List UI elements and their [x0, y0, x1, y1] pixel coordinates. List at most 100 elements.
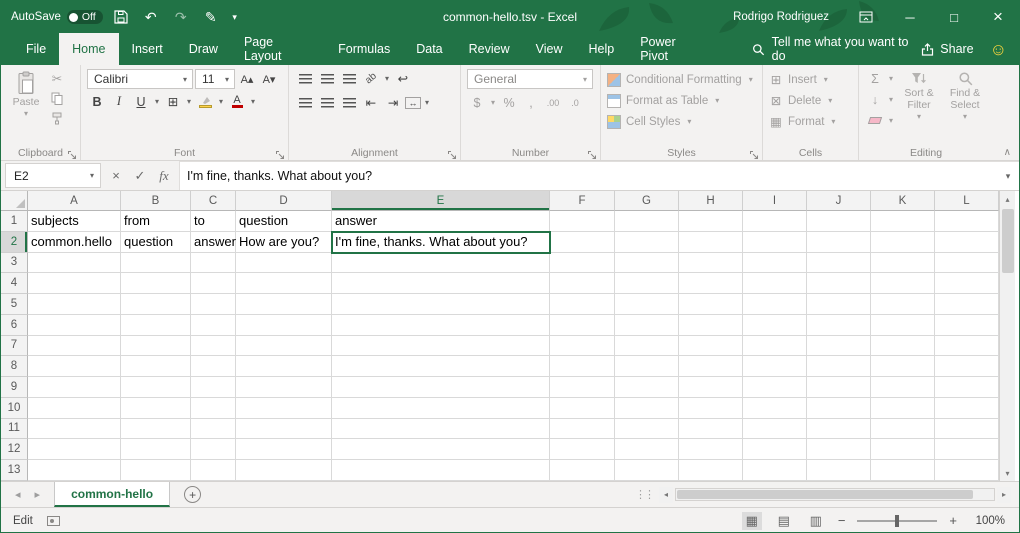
tab-data[interactable]: Data — [403, 33, 455, 65]
autosum-button[interactable]: Σ ▾ — [865, 69, 895, 88]
cell-L3[interactable] — [935, 253, 999, 274]
cell-J13[interactable] — [807, 460, 871, 481]
cell-H3[interactable] — [679, 253, 743, 274]
cell-L5[interactable] — [935, 294, 999, 315]
scroll-right-icon[interactable]: ▸ — [997, 487, 1011, 503]
italic-button[interactable]: I — [109, 92, 129, 111]
cell-E6[interactable] — [332, 315, 550, 336]
fill-color-dropdown-icon[interactable]: ▾ — [217, 97, 225, 106]
feedback-smiley-icon[interactable]: ☺ — [990, 41, 1007, 58]
insert-cells-button[interactable]: ⊞ Insert ▾ — [769, 69, 854, 90]
cell-B6[interactable] — [121, 315, 191, 336]
tell-me-box[interactable]: Tell me what you want to do — [752, 33, 921, 65]
minimize-button[interactable]: ─ — [889, 1, 931, 33]
cell-F2[interactable] — [550, 232, 615, 253]
cell-G7[interactable] — [615, 336, 679, 357]
row-header-3[interactable]: 3 — [1, 253, 28, 274]
cell-H1[interactable] — [679, 211, 743, 232]
tab-draw[interactable]: Draw — [176, 33, 231, 65]
cell-D7[interactable] — [236, 336, 332, 357]
cell-L6[interactable] — [935, 315, 999, 336]
column-header-I[interactable]: I — [743, 191, 807, 211]
cell-A11[interactable] — [28, 419, 121, 440]
row-header-1[interactable]: 1 — [1, 211, 28, 232]
cell-E13[interactable] — [332, 460, 550, 481]
cell-F10[interactable] — [550, 398, 615, 419]
horizontal-scroll-track[interactable] — [675, 488, 995, 501]
row-header-12[interactable]: 12 — [1, 439, 28, 460]
cell-F9[interactable] — [550, 377, 615, 398]
decrease-decimal-button[interactable]: .0 — [565, 93, 585, 112]
cell-A1[interactable]: subjects — [28, 211, 121, 232]
cell-L8[interactable] — [935, 356, 999, 377]
formula-input[interactable]: I'm fine, thanks. What about you? — [180, 161, 997, 190]
cell-B4[interactable] — [121, 273, 191, 294]
cell-J7[interactable] — [807, 336, 871, 357]
cell-B12[interactable] — [121, 439, 191, 460]
cell-K6[interactable] — [871, 315, 935, 336]
cell-D11[interactable] — [236, 419, 332, 440]
row-header-7[interactable]: 7 — [1, 336, 28, 357]
comma-format-button[interactable]: , — [521, 93, 541, 112]
column-header-B[interactable]: B — [121, 191, 191, 211]
zoom-level[interactable]: 100% — [969, 515, 1005, 527]
cell-G4[interactable] — [615, 273, 679, 294]
cell-C1[interactable]: to — [191, 211, 236, 232]
cell-I2[interactable] — [743, 232, 807, 253]
sort-filter-button[interactable]: Sort & Filter ▾ — [897, 69, 941, 121]
bold-button[interactable]: B — [87, 92, 107, 111]
orientation-button[interactable]: ab — [357, 65, 385, 92]
cell-D6[interactable] — [236, 315, 332, 336]
font-color-dropdown-icon[interactable]: ▾ — [249, 97, 257, 106]
cell-H7[interactable] — [679, 336, 743, 357]
cell-C13[interactable] — [191, 460, 236, 481]
tab-home[interactable]: Home — [59, 33, 118, 65]
cell-F13[interactable] — [550, 460, 615, 481]
cancel-button[interactable]: × — [105, 165, 127, 187]
decrease-font-size-button[interactable]: A▾ — [259, 70, 279, 89]
column-header-K[interactable]: K — [871, 191, 935, 211]
alignment-dialog-launcher[interactable] — [447, 147, 457, 157]
sheet-nav-left-icon[interactable]: ◂ — [15, 488, 21, 501]
cell-C12[interactable] — [191, 439, 236, 460]
name-box-dropdown-icon[interactable]: ▾ — [88, 171, 96, 180]
increase-indent-button[interactable]: ⇥ — [383, 93, 403, 112]
enter-button[interactable]: ✓ — [129, 165, 151, 187]
align-left-button[interactable] — [295, 93, 315, 112]
cut-button[interactable]: ✂ — [47, 69, 67, 88]
cell-I3[interactable] — [743, 253, 807, 274]
cell-K1[interactable] — [871, 211, 935, 232]
vertical-scroll-thumb[interactable] — [1002, 209, 1014, 273]
underline-button[interactable]: U — [131, 92, 151, 111]
expand-formula-bar-button[interactable]: ▾ — [997, 161, 1019, 190]
cell-F1[interactable] — [550, 211, 615, 232]
column-header-L[interactable]: L — [935, 191, 999, 211]
cell-B9[interactable] — [121, 377, 191, 398]
cell-I9[interactable] — [743, 377, 807, 398]
cell-K10[interactable] — [871, 398, 935, 419]
cell-K9[interactable] — [871, 377, 935, 398]
cell-E9[interactable] — [332, 377, 550, 398]
cell-E11[interactable] — [332, 419, 550, 440]
cell-K2[interactable] — [871, 232, 935, 253]
column-header-E[interactable]: E — [332, 191, 550, 211]
vertical-scrollbar[interactable]: ▴ ▾ — [999, 191, 1015, 481]
column-header-D[interactable]: D — [236, 191, 332, 211]
cell-F11[interactable] — [550, 419, 615, 440]
cell-J9[interactable] — [807, 377, 871, 398]
horizontal-scroll-thumb[interactable] — [677, 490, 973, 499]
cell-G12[interactable] — [615, 439, 679, 460]
cell-L4[interactable] — [935, 273, 999, 294]
cell-H9[interactable] — [679, 377, 743, 398]
tab-insert[interactable]: Insert — [119, 33, 176, 65]
name-box[interactable]: E2 ▾ — [5, 163, 101, 188]
column-header-A[interactable]: A — [28, 191, 121, 211]
column-header-F[interactable]: F — [550, 191, 615, 211]
cell-D13[interactable] — [236, 460, 332, 481]
cell-K3[interactable] — [871, 253, 935, 274]
cell-J12[interactable] — [807, 439, 871, 460]
cell-D9[interactable] — [236, 377, 332, 398]
cell-K4[interactable] — [871, 273, 935, 294]
borders-button[interactable]: ⊞ — [163, 92, 183, 111]
row-header-9[interactable]: 9 — [1, 377, 28, 398]
